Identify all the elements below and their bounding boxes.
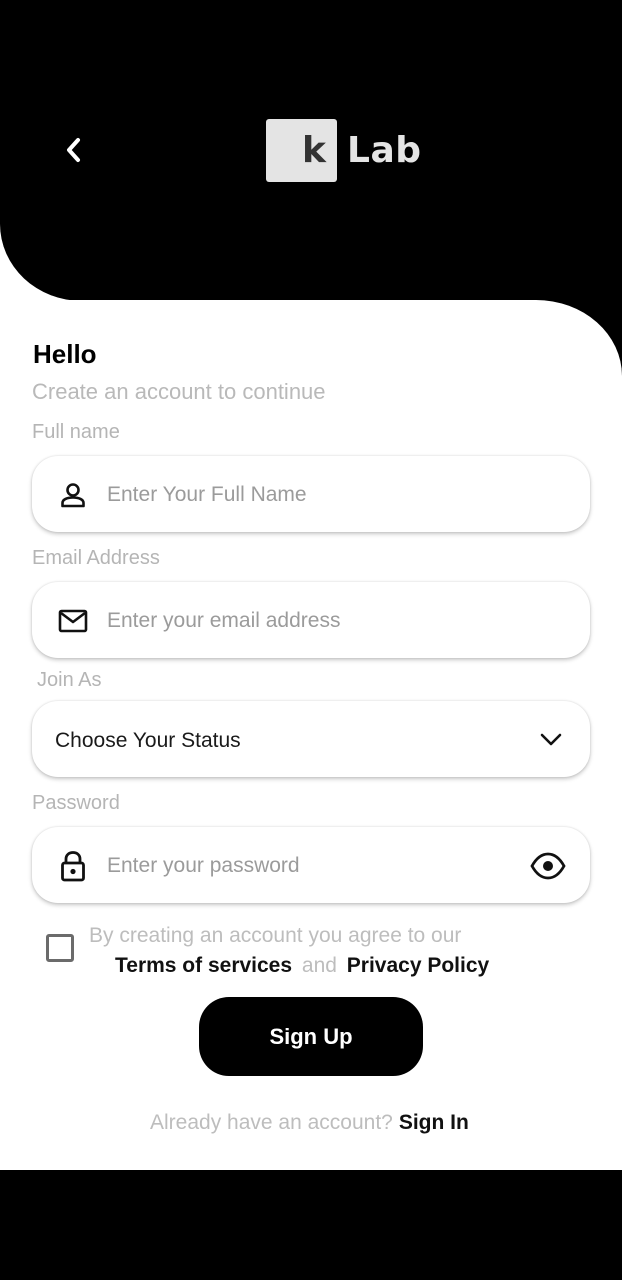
chevron-left-icon xyxy=(67,138,80,162)
email-input[interactable]: Enter your email address xyxy=(32,582,590,658)
user-icon xyxy=(58,480,88,510)
mail-icon xyxy=(58,606,88,636)
password-input[interactable]: Enter your password xyxy=(32,827,590,903)
back-button[interactable] xyxy=(56,132,92,168)
bottom-bar xyxy=(0,1170,622,1280)
header: k Lab xyxy=(0,0,622,300)
sign-in-prompt: Already have an account? xyxy=(150,1111,393,1134)
password-placeholder: Enter your password xyxy=(107,854,300,877)
page-subtitle: Create an account to continue xyxy=(32,379,326,404)
agreement-and: and xyxy=(301,954,337,977)
sign-in-row: Already have an account? Sign In xyxy=(150,1111,469,1135)
full-name-placeholder: Enter Your Full Name xyxy=(107,483,307,506)
agree-checkbox[interactable] xyxy=(46,934,74,962)
eye-icon[interactable] xyxy=(530,851,566,881)
logo: k Lab xyxy=(266,119,422,182)
terms-link[interactable]: Terms of services xyxy=(115,954,292,977)
full-name-input[interactable]: Enter Your Full Name xyxy=(32,456,590,532)
join-as-select[interactable]: Choose Your Status xyxy=(32,701,590,777)
chevron-down-icon xyxy=(538,727,564,753)
email-label: Email Address xyxy=(32,547,160,569)
lock-icon xyxy=(58,851,88,882)
join-as-value: Choose Your Status xyxy=(55,729,241,752)
sign-in-link[interactable]: Sign In xyxy=(399,1111,469,1134)
full-name-label: Full name xyxy=(32,421,120,443)
signup-screen: k Lab Hello Create an account to continu… xyxy=(0,0,622,1280)
page-title: Hello xyxy=(33,339,97,369)
agreement-links: Terms of services and Privacy Policy xyxy=(115,954,489,978)
join-as-label: Join As xyxy=(37,669,102,691)
email-placeholder: Enter your email address xyxy=(107,609,341,632)
sign-up-button[interactable]: Sign Up xyxy=(199,997,423,1076)
password-label: Password xyxy=(32,792,120,814)
privacy-link[interactable]: Privacy Policy xyxy=(347,954,489,977)
logo-mark: k xyxy=(266,119,337,182)
logo-text: Lab xyxy=(347,130,422,171)
agreement-text: By creating an account you agree to our xyxy=(89,924,462,947)
